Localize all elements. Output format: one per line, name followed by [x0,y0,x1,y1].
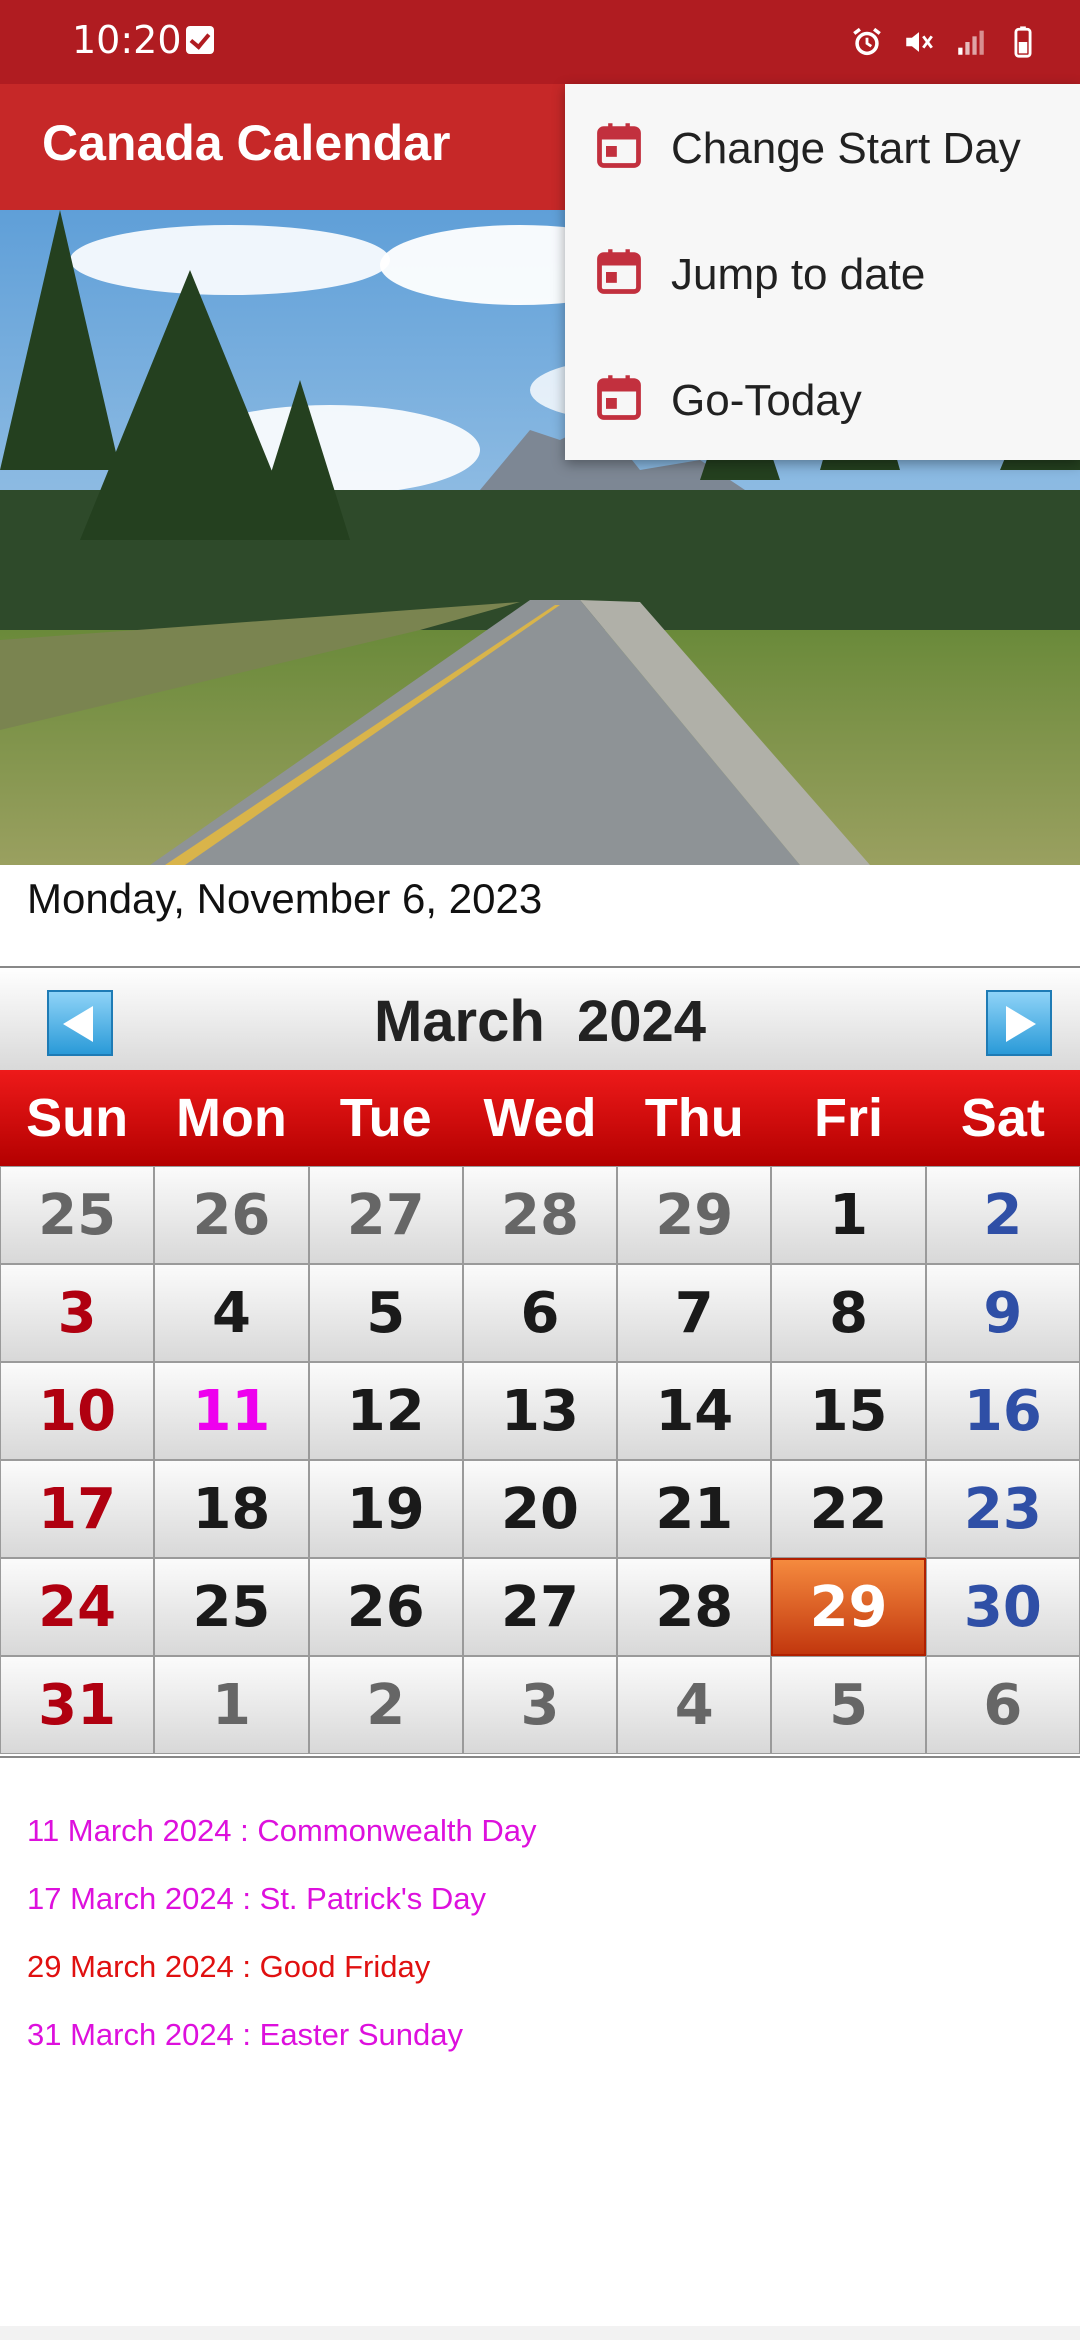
day-cell[interactable]: 31 [0,1656,155,1754]
signal-icon [958,30,984,55]
day-cell[interactable]: 14 [617,1362,772,1460]
overflow-menu: Change Start Day Jump to date Go-Today [565,84,1080,460]
menu-item-go-today[interactable]: Go-Today [565,336,1080,462]
day-cell[interactable]: 9 [925,1264,1080,1362]
day-cell[interactable]: 1 [154,1656,309,1754]
day-cell[interactable]: 22 [771,1460,926,1558]
day-cell[interactable]: 6 [462,1264,618,1362]
day-cell[interactable]: 16 [925,1362,1080,1460]
mute-icon [906,32,933,52]
holiday-item: 31 March 2024 : Easter Sunday [27,2017,463,2052]
day-cell[interactable]: 7 [617,1264,772,1362]
day-cell[interactable]: 2 [925,1166,1080,1264]
weekday-mon: Mon [175,1088,287,1148]
calendar-icon [597,123,641,168]
menu-item-change-start-day[interactable]: Change Start Day [565,84,1080,210]
app-title: Canada Calendar [42,115,451,171]
day-cell[interactable]: 25 [0,1166,155,1264]
day-cell[interactable]: 17 [0,1460,155,1558]
calendar-header: March 2024 [0,968,1080,1071]
weekday-sat: Sat [960,1088,1045,1148]
month-calendar: March 2024 Sun Mon Tue Wed Thu Fri Sat 2… [0,966,1080,1758]
day-cell-holiday[interactable]: 11 [154,1362,309,1460]
day-cell[interactable]: 24 [0,1558,155,1656]
day-cell[interactable]: 28 [617,1558,772,1656]
day-cell[interactable]: 1 [771,1166,926,1264]
day-cell[interactable]: 6 [925,1656,1080,1754]
weekday-tue: Tue [339,1088,432,1148]
holiday-item: 29 March 2024 : Good Friday [27,1949,431,1984]
day-cell[interactable]: 4 [154,1264,309,1362]
weekday-sun: Sun [26,1088,129,1148]
day-cell[interactable]: 26 [308,1558,463,1656]
day-cell[interactable]: 18 [154,1460,309,1558]
calendar-icon [597,375,641,420]
day-cell[interactable]: 8 [771,1264,926,1362]
holiday-item: 11 March 2024 : Commonwealth Day [27,1813,537,1848]
day-cell[interactable]: 10 [0,1362,155,1460]
calendar-icon [597,249,641,294]
day-cell[interactable]: 5 [308,1264,463,1362]
holiday-list: 11 March 2024 : Commonwealth Day 17 Marc… [27,1812,536,2084]
day-cell[interactable]: 19 [308,1460,463,1558]
menu-label: Go-Today [671,376,862,425]
day-cell[interactable]: 15 [771,1362,926,1460]
check-icon [186,26,214,54]
day-cell[interactable]: 3 [0,1264,155,1362]
menu-item-jump-to-date[interactable]: Jump to date [565,210,1080,336]
day-cell[interactable]: 20 [462,1460,618,1558]
day-cell-selected[interactable]: 29 [771,1558,926,1656]
alarm-icon [853,27,881,56]
day-cell[interactable]: 29 [617,1166,772,1264]
status-bar: 10:20 [0,0,1080,84]
weekday-header: Sun Mon Tue Wed Thu Fri Sat [0,1070,1080,1166]
day-cell[interactable]: 27 [308,1166,463,1264]
day-cell[interactable]: 5 [771,1656,926,1754]
day-cell[interactable]: 23 [925,1460,1080,1558]
day-grid: 25 26 27 28 29 1 2 3 4 5 6 7 8 9 10 11 1… [0,1166,1080,1754]
day-cell[interactable]: 4 [617,1656,772,1754]
menu-label: Change Start Day [671,124,1021,173]
day-cell[interactable]: 30 [925,1558,1080,1656]
weekday-wed: Wed [483,1088,597,1148]
month-title: March 2024 [373,989,707,1054]
day-cell[interactable]: 21 [617,1460,772,1558]
today-date-text: Monday, November 6, 2023 [27,875,543,922]
holiday-item: 17 March 2024 : St. Patrick's Day [27,1881,487,1916]
weekday-fri: Fri [814,1088,884,1148]
status-time: 10:20 [72,18,182,62]
day-cell[interactable]: 12 [308,1362,463,1460]
battery-icon [1014,26,1032,58]
day-cell[interactable]: 26 [154,1166,309,1264]
arrow-right-icon[interactable] [986,990,1052,1056]
status-icons [850,20,1040,64]
day-cell[interactable]: 27 [462,1558,618,1656]
menu-label: Jump to date [671,250,926,299]
navigation-bar [0,2326,1080,2340]
day-cell[interactable]: 13 [462,1362,618,1460]
day-cell[interactable]: 2 [308,1656,463,1754]
weekday-thu: Thu [644,1088,744,1148]
day-cell[interactable]: 25 [154,1558,309,1656]
day-cell[interactable]: 3 [462,1656,618,1754]
day-cell[interactable]: 28 [462,1166,618,1264]
